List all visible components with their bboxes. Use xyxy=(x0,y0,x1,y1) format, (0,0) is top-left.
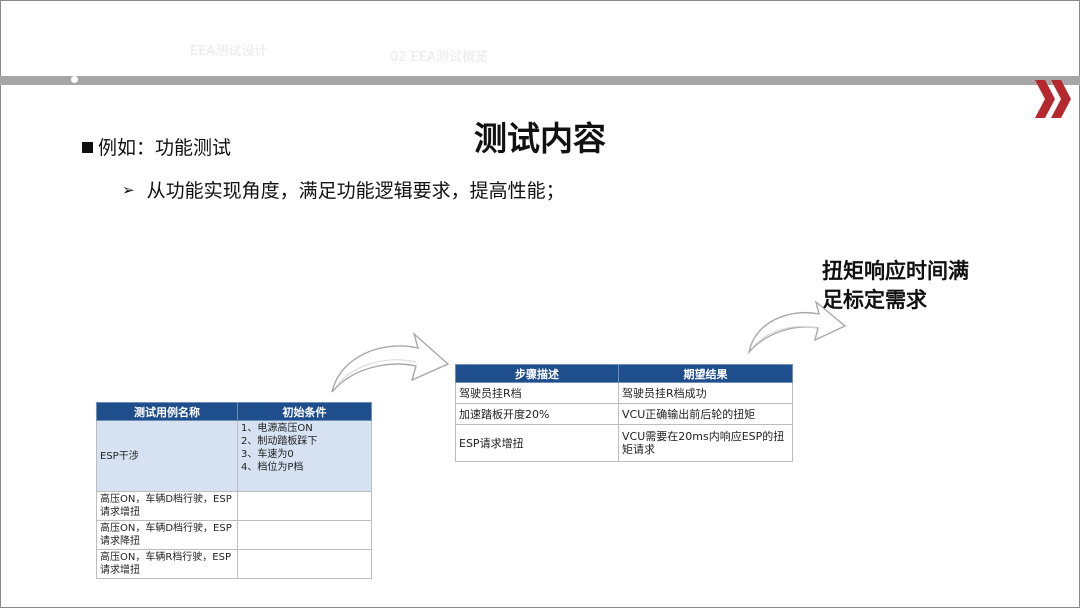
step-description: 驾驶员挂R档 xyxy=(455,382,619,404)
bullet-item: 例如：功能测试 xyxy=(82,133,231,160)
condition-item: 3、车速为0 xyxy=(241,449,294,460)
callout-line-2: 足标定需求 xyxy=(822,288,927,312)
square-bullet-icon xyxy=(82,142,93,153)
slide-title: 测试内容 xyxy=(474,119,606,158)
curved-arrow-icon xyxy=(747,300,847,355)
initial-conditions: 1、电源高压ON 2、制动踏板踩下 3、车速为0 4、档位为P档 xyxy=(237,420,372,492)
test-case-name: 高压ON，车辆R档行驶，ESP请求增扭 xyxy=(96,549,238,579)
table-row: 高压ON，车辆D档行驶，ESP请求降扭 xyxy=(96,520,372,550)
test-case-name: ESP干涉 xyxy=(96,420,238,492)
initial-conditions xyxy=(237,491,372,521)
initial-conditions xyxy=(237,549,372,579)
condition-item: 1、电源高压ON xyxy=(241,423,313,434)
callout-line-1: 扭矩响应时间满 xyxy=(822,259,969,283)
column-header: 期望结果 xyxy=(618,364,793,383)
test-case-name: 高压ON，车辆D档行驶，ESP请求增扭 xyxy=(96,491,238,521)
condition-item: 2、制动踏板踩下 xyxy=(241,436,318,447)
expected-result: VCU正确输出前后轮的扭矩 xyxy=(618,403,793,425)
table-row: 加速踏板开度20% VCU正确输出前后轮的扭矩 xyxy=(455,403,793,425)
double-chevron-icon xyxy=(1035,80,1071,118)
column-header: 初始条件 xyxy=(237,402,372,421)
callout-note: 扭矩响应时间满 足标定需求 xyxy=(822,257,1012,315)
sub-bullet-item: ➢ 从功能实现角度，满足功能逻辑要求，提高性能； xyxy=(122,176,565,203)
table-row: 高压ON，车辆D档行驶，ESP请求增扭 xyxy=(96,491,372,521)
test-case-table: 测试用例名称 初始条件 ESP干涉 1、电源高压ON 2、制动踏板踩下 3、车速… xyxy=(96,402,372,579)
step-description: 加速踏板开度20% xyxy=(455,403,619,425)
test-steps-table: 步骤描述 期望结果 驾驶员挂R档 驾驶员挂R档成功 加速踏板开度20% VCU正… xyxy=(455,364,793,462)
arrow-bullet-icon: ➢ xyxy=(122,181,135,199)
header-faded-section-left: EEA测试设计 xyxy=(190,44,268,59)
bullet-text: 例如：功能测试 xyxy=(98,137,232,159)
expected-result: 驾驶员挂R档成功 xyxy=(618,382,793,404)
column-header: 步骤描述 xyxy=(455,364,619,383)
header-faded-section-right: 02 EEA测试概览 xyxy=(390,50,488,65)
curved-arrow-icon xyxy=(331,331,450,393)
step-description: ESP请求增扭 xyxy=(455,424,619,462)
test-case-name: 高压ON，车辆D档行驶，ESP请求降扭 xyxy=(96,520,238,550)
header-dot xyxy=(71,76,78,83)
table-row: ESP干涉 1、电源高压ON 2、制动踏板踩下 3、车速为0 4、档位为P档 xyxy=(96,420,372,492)
header-bar xyxy=(0,76,1080,85)
table-row: ESP请求增扭 VCU需要在20ms内响应ESP的扭矩请求 xyxy=(455,424,793,462)
column-header: 测试用例名称 xyxy=(96,402,238,421)
table-row: 驾驶员挂R档 驾驶员挂R档成功 xyxy=(455,382,793,404)
table-row: 高压ON，车辆R档行驶，ESP请求增扭 xyxy=(96,549,372,579)
initial-conditions xyxy=(237,520,372,550)
condition-item: 4、档位为P档 xyxy=(241,462,304,473)
expected-result: VCU需要在20ms内响应ESP的扭矩请求 xyxy=(618,424,793,462)
sub-bullet-text: 从功能实现角度，满足功能逻辑要求，提高性能； xyxy=(146,180,565,202)
